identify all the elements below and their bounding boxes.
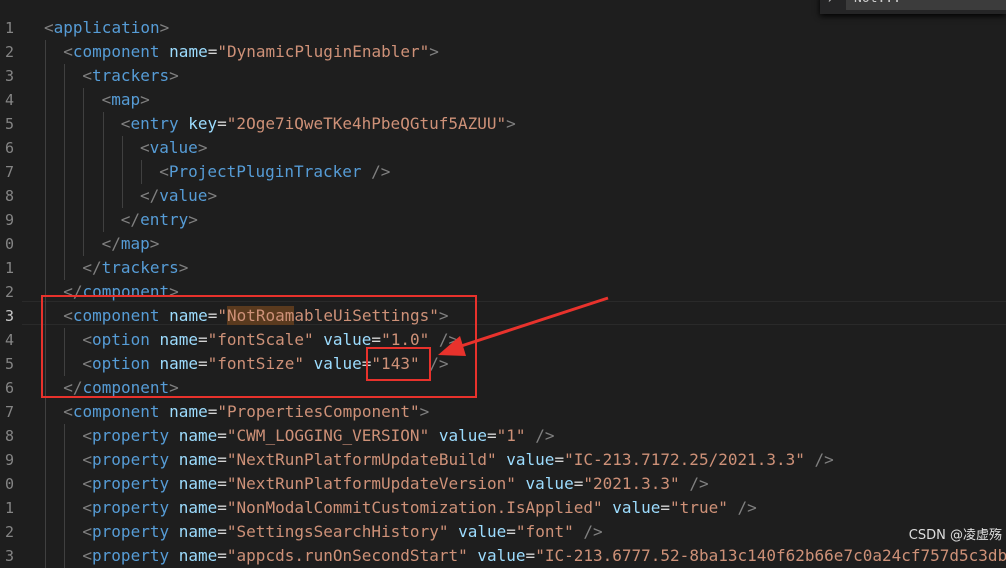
find-input[interactable]: Not... bbox=[846, 0, 1006, 10]
find-widget[interactable]: › Not... bbox=[820, 0, 1006, 14]
find-toggle-chevron-icon[interactable]: › bbox=[826, 0, 834, 7]
annotation-arrow bbox=[438, 296, 609, 356]
watermark: CSDN @凌虚殇 bbox=[908, 528, 1002, 543]
